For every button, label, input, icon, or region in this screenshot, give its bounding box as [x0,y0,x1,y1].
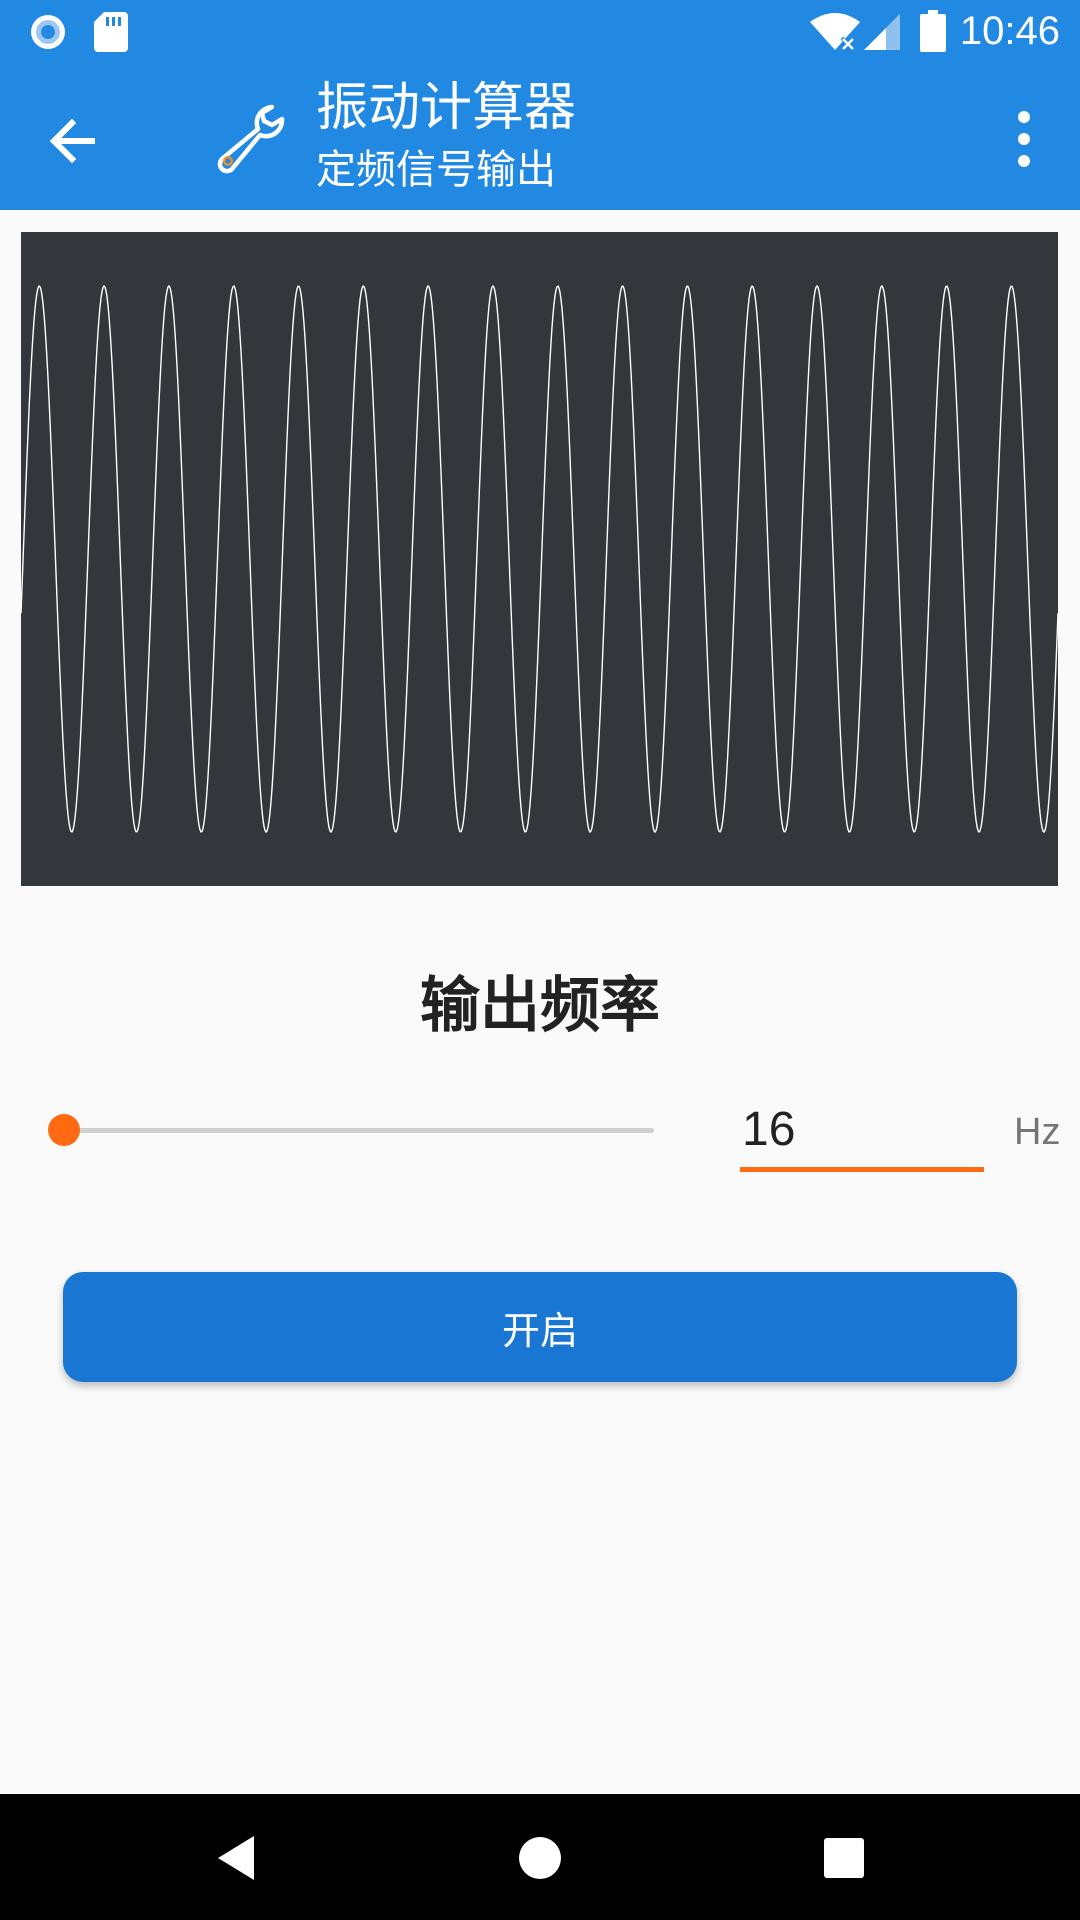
more-vert-icon[interactable] [1004,103,1044,175]
status-time: 10:46 [959,9,1060,53]
home-circle-icon[interactable] [518,1836,562,1880]
nav-bar [0,1794,1080,1920]
frequency-value[interactable]: 16 [742,1100,795,1160]
wrench-icon [217,104,285,174]
frequency-unit: Hz [1014,1111,1061,1153]
app-bar: 振动计算器 定频信号输出 [0,63,1080,210]
back-triangle-icon[interactable] [214,1834,258,1882]
signal-icon [864,14,900,50]
slider-track[interactable] [64,1128,654,1133]
status-bar: 10:46 [0,0,1080,63]
battery-icon [920,10,946,52]
frequency-input[interactable]: 16 [740,1096,984,1172]
waveform-plot [20,284,1059,834]
sd-card-icon [94,12,128,52]
waveform-display [20,232,1059,886]
input-underline [740,1167,984,1172]
back-arrow-icon[interactable] [40,107,104,171]
app-title: 振动计算器 [316,78,577,138]
app-subtitle: 定频信号输出 [316,147,556,193]
section-title: 输出频率 [420,971,660,1041]
recents-square-icon[interactable] [824,1838,864,1878]
waveform-line [20,284,1059,834]
frequency-slider[interactable] [44,1100,674,1160]
start-button[interactable]: 开启 [63,1272,1017,1382]
slider-thumb[interactable] [48,1114,80,1146]
wifi-off-icon [810,13,860,52]
start-button-label: 开启 [501,1308,578,1353]
radio-icon [31,15,65,49]
